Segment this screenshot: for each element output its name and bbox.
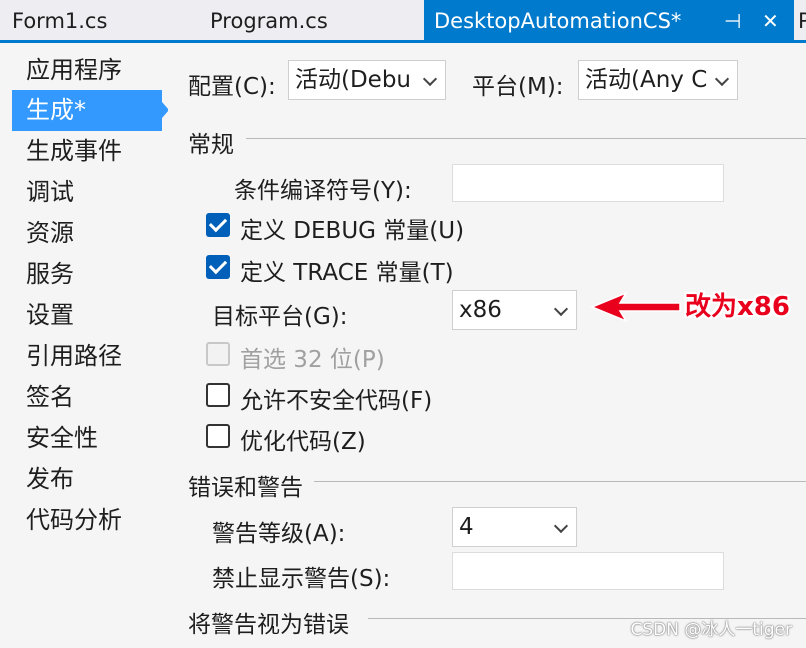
suppress-warnings-label: 禁止显示警告(S): bbox=[212, 566, 391, 592]
pin-icon[interactable]: ⊣ bbox=[724, 0, 741, 40]
chevron-down-icon bbox=[553, 301, 569, 317]
nav-item-signing[interactable]: 签名 bbox=[12, 377, 162, 418]
target-platform-label: 目标平台(G): bbox=[212, 304, 348, 330]
section-general-header: 常规 bbox=[188, 132, 234, 158]
chevron-down-icon bbox=[422, 71, 438, 87]
nav-item-debug[interactable]: 调试 bbox=[12, 172, 162, 213]
target-platform-value: x86 bbox=[459, 297, 502, 323]
nav-item-code-analysis[interactable]: 代码分析 bbox=[12, 500, 162, 541]
define-debug-checkbox[interactable] bbox=[206, 213, 230, 237]
prefer-32bit-label: 首选 32 位(P) bbox=[240, 347, 385, 373]
tab-program[interactable]: Program.cs bbox=[192, 0, 424, 40]
platform-select-value: 活动(Any C bbox=[585, 67, 708, 93]
nav-item-security[interactable]: 安全性 bbox=[12, 418, 162, 459]
chevron-down-icon bbox=[553, 518, 569, 534]
nav-item-resources[interactable]: 资源 bbox=[12, 213, 162, 254]
document-tab-bar: Form1.cs Program.cs DesktopAutomationCS*… bbox=[0, 0, 806, 43]
optimize-code-checkbox[interactable] bbox=[206, 424, 230, 448]
allow-unsafe-checkbox[interactable] bbox=[206, 383, 230, 407]
section-errors-warnings-header: 错误和警告 bbox=[188, 475, 303, 501]
platform-label: 平台(M): bbox=[472, 74, 564, 100]
nav-item-services[interactable]: 服务 bbox=[12, 254, 162, 295]
suppress-warnings-input[interactable] bbox=[452, 552, 724, 590]
define-trace-label: 定义 TRACE 常量(T) bbox=[240, 260, 454, 286]
nav-item-application[interactable]: 应用程序 bbox=[12, 50, 162, 91]
warning-level-value: 4 bbox=[459, 514, 474, 540]
tab-label: Program.cs bbox=[210, 9, 328, 33]
build-settings-panel: 配置(C): 活动(Debu 平台(M): 活动(Any C 常规 条件编译符号… bbox=[168, 43, 806, 648]
nav-item-build-events[interactable]: 生成事件 bbox=[12, 131, 162, 172]
close-icon[interactable]: ✕ bbox=[762, 0, 779, 40]
warning-level-select[interactable]: 4 bbox=[452, 507, 577, 547]
prefer-32bit-checkbox bbox=[206, 342, 230, 366]
section-divider bbox=[314, 481, 806, 482]
conditional-symbols-input[interactable] bbox=[452, 164, 724, 202]
config-label: 配置(C): bbox=[188, 74, 276, 100]
property-page-nav: 应用程序 生成* 生成事件 调试 资源 服务 设置 引用路径 签名 安全性 发布… bbox=[0, 43, 169, 648]
target-platform-select[interactable]: x86 bbox=[452, 290, 577, 330]
tab-form1[interactable]: Form1.cs bbox=[12, 0, 192, 40]
section-treat-warnings-header: 将警告视为错误 bbox=[188, 612, 349, 638]
annotation-text: 改为x86 bbox=[685, 292, 790, 322]
warning-level-label: 警告等级(A): bbox=[212, 521, 346, 547]
tab-overflow[interactable]: P bbox=[798, 0, 806, 40]
watermark: CSDN @冰人一tiger bbox=[630, 620, 793, 640]
tab-label: DesktopAutomationCS* bbox=[434, 9, 682, 33]
chevron-down-icon bbox=[714, 71, 730, 87]
platform-select[interactable]: 活动(Any C bbox=[578, 60, 738, 100]
nav-item-reference-paths[interactable]: 引用路径 bbox=[12, 336, 162, 377]
config-select[interactable]: 活动(Debu bbox=[288, 60, 446, 100]
tab-label: P bbox=[798, 9, 806, 33]
define-trace-checkbox[interactable] bbox=[206, 255, 230, 279]
annotation-arrow-icon bbox=[590, 291, 681, 323]
allow-unsafe-label: 允许不安全代码(F) bbox=[240, 388, 433, 414]
conditional-symbols-label: 条件编译符号(Y): bbox=[234, 178, 412, 204]
config-select-value: 活动(Debu bbox=[295, 67, 412, 93]
nav-item-settings[interactable]: 设置 bbox=[12, 295, 162, 336]
nav-item-publish[interactable]: 发布 bbox=[12, 459, 162, 500]
section-divider bbox=[246, 138, 806, 139]
optimize-code-label: 优化代码(Z) bbox=[240, 429, 366, 455]
define-debug-label: 定义 DEBUG 常量(U) bbox=[240, 218, 465, 244]
tab-label: Form1.cs bbox=[12, 9, 108, 33]
nav-item-build[interactable]: 生成* bbox=[12, 90, 162, 131]
